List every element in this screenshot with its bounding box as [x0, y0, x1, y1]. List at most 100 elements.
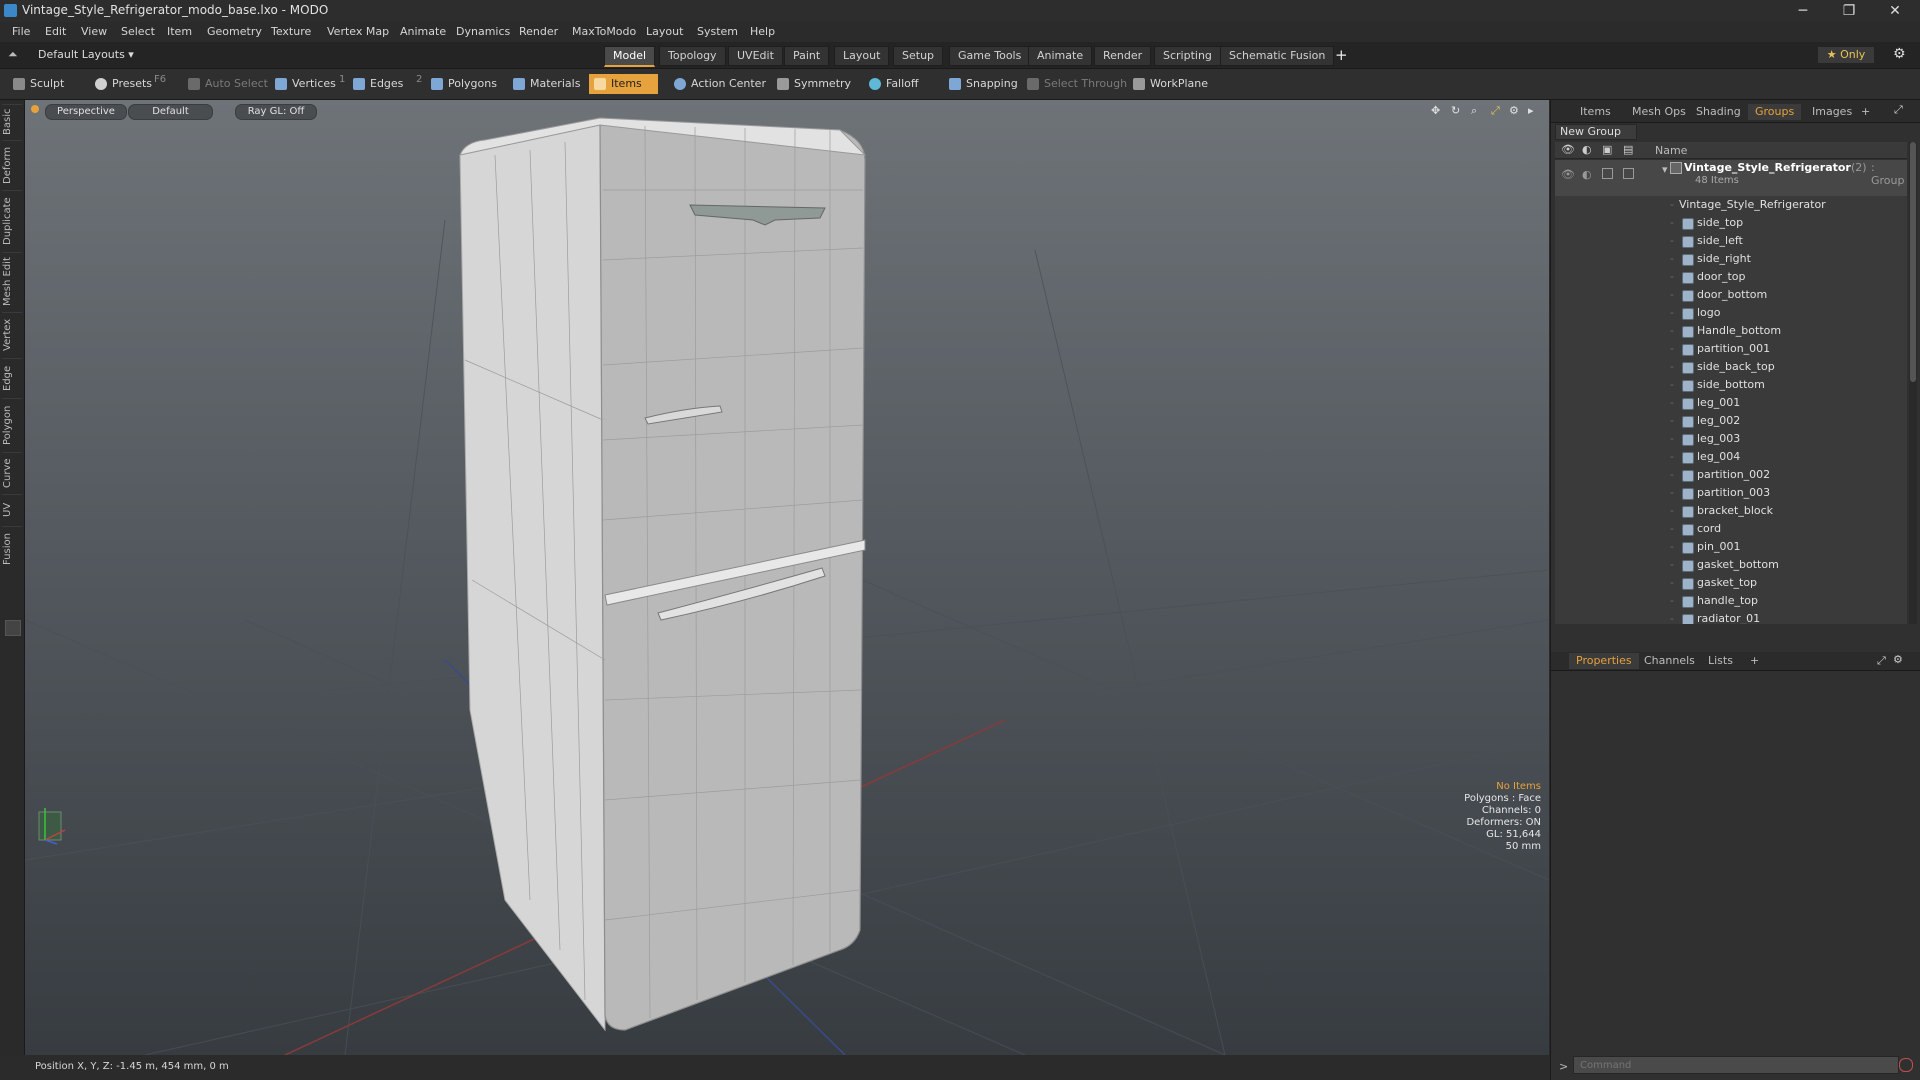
tab-shading[interactable]: Shading — [1689, 104, 1748, 120]
tab-mesh-edit[interactable]: Mesh Edit — [2, 252, 22, 311]
render-column-icon[interactable]: ▣ — [1602, 143, 1612, 156]
tab-fusion[interactable]: Fusion — [2, 526, 22, 571]
tab-layout[interactable]: Layout — [834, 46, 890, 66]
list-item[interactable]: - partition_003 — [1555, 484, 1907, 502]
tab-paint[interactable]: Paint — [784, 46, 830, 66]
add-tab-button[interactable]: + — [1335, 46, 1348, 64]
menu-render[interactable]: Render — [519, 25, 558, 38]
tab-curve[interactable]: Curve — [2, 452, 22, 493]
list-item[interactable]: - leg_004 — [1555, 448, 1907, 466]
vertices-button[interactable]: Vertices — [270, 74, 342, 94]
menu-geometry[interactable]: Geometry — [207, 25, 262, 38]
tab-mesh-ops[interactable]: Mesh Ops — [1625, 104, 1693, 120]
tab-uvedit[interactable]: UVEdit — [728, 46, 783, 66]
edges-button[interactable]: Edges — [348, 74, 409, 94]
tab-topology[interactable]: Topology — [659, 46, 726, 66]
minimize-button[interactable]: ─ — [1780, 0, 1826, 22]
list-scrollbar[interactable] — [1909, 142, 1917, 624]
visibility-column-icon[interactable]: 👁 — [1561, 143, 1575, 156]
list-item[interactable]: - gasket_top — [1555, 574, 1907, 592]
tab-schematic-fusion[interactable]: Schematic Fusion — [1220, 46, 1335, 66]
list-item[interactable]: - side_left — [1555, 232, 1907, 250]
menu-item[interactable]: Item — [167, 25, 192, 38]
list-item[interactable]: - leg_002 — [1555, 412, 1907, 430]
falloff-button[interactable]: Falloff — [864, 74, 924, 94]
group-select-checkbox[interactable] — [1623, 168, 1634, 179]
new-group-button[interactable]: New Group — [1555, 124, 1637, 140]
action-center-button[interactable]: Action Center — [669, 74, 772, 94]
panel-expand-icon[interactable]: ⤢ — [1894, 103, 1903, 117]
menu-vertex-map[interactable]: Vertex Map — [327, 25, 389, 38]
symmetry-button[interactable]: Symmetry — [772, 74, 857, 94]
tab-basic[interactable]: Basic — [2, 104, 22, 139]
group-render-checkbox[interactable] — [1602, 168, 1613, 179]
select-through-button[interactable]: Select Through — [1022, 74, 1133, 94]
tab-properties[interactable]: Properties — [1569, 653, 1639, 669]
tab-duplicate[interactable]: Duplicate — [2, 190, 22, 251]
menu-texture[interactable]: Texture — [271, 25, 311, 38]
menu-view[interactable]: View — [81, 25, 107, 38]
tab-render[interactable]: Render — [1094, 46, 1152, 66]
snapping-button[interactable]: Snapping — [944, 74, 1024, 94]
list-item[interactable]: - side_back_top — [1555, 358, 1907, 376]
list-item[interactable]: - bracket_block — [1555, 502, 1907, 520]
menu-help[interactable]: Help — [750, 25, 775, 38]
tab-lists[interactable]: Lists — [1701, 653, 1740, 669]
tab-edge[interactable]: Edge — [2, 358, 22, 397]
gear-icon[interactable]: ⚙ — [1893, 46, 1906, 62]
materials-button[interactable]: Materials — [508, 74, 586, 94]
workplane-button[interactable]: WorkPlane — [1128, 74, 1214, 94]
list-item[interactable]: - leg_001 — [1555, 394, 1907, 412]
group-collapse-icon[interactable]: ▾ — [1662, 163, 1668, 176]
list-scrollbar-thumb[interactable] — [1910, 142, 1916, 382]
list-item[interactable]: - leg_003 — [1555, 430, 1907, 448]
menu-system[interactable]: System — [697, 25, 738, 38]
list-item[interactable]: - door_top — [1555, 268, 1907, 286]
maximize-button[interactable]: ❐ — [1826, 0, 1872, 22]
list-item[interactable]: - Vintage_Style_Refrigerator — [1555, 196, 1907, 214]
group-visibility-icon[interactable]: 👁 — [1561, 168, 1575, 181]
list-item[interactable]: - side_bottom — [1555, 376, 1907, 394]
collapse-icon[interactable]: ⏶ — [8, 47, 18, 62]
tab-channels[interactable]: Channels — [1637, 653, 1702, 669]
properties-gear-icon[interactable]: ⚙ — [1893, 653, 1903, 666]
list-item[interactable]: - gasket_bottom — [1555, 556, 1907, 574]
tab-groups[interactable]: Groups — [1748, 104, 1802, 120]
3d-viewport[interactable]: Perspective Default Ray GL: Off ✥ ↻ ⌕ ⤢ … — [25, 100, 1549, 1055]
list-item[interactable]: - cord — [1555, 520, 1907, 538]
tab-vertex[interactable]: Vertex — [2, 312, 22, 357]
tab-deform[interactable]: Deform — [2, 140, 22, 189]
polygons-button[interactable]: Polygons — [426, 74, 503, 94]
list-item[interactable]: - Handle_bottom — [1555, 322, 1907, 340]
items-button[interactable]: Items — [589, 74, 658, 94]
list-item[interactable]: - partition_001 — [1555, 340, 1907, 358]
auto-select-button[interactable]: Auto Select — [183, 74, 274, 94]
list-item[interactable]: - door_bottom — [1555, 286, 1907, 304]
tab-setup[interactable]: Setup — [893, 46, 944, 66]
lock-column-icon[interactable]: ◐ — [1582, 143, 1592, 156]
group-lock-icon[interactable]: ◐ — [1582, 168, 1592, 181]
group-row[interactable]: 👁 ◐ ▾ Vintage_Style_Refrigerator (2) : G… — [1555, 160, 1907, 196]
layout-select[interactable]: Default Layouts ▾ — [38, 48, 134, 61]
list-item[interactable]: - partition_002 — [1555, 466, 1907, 484]
close-button[interactable]: ✕ — [1872, 0, 1918, 22]
list-item[interactable]: - side_top — [1555, 214, 1907, 232]
tab-items[interactable]: Items — [1573, 104, 1618, 120]
list-item[interactable]: - side_right — [1555, 250, 1907, 268]
add-properties-tab[interactable]: + — [1743, 653, 1766, 669]
tab-images[interactable]: Images — [1805, 104, 1859, 120]
menu-dynamics[interactable]: Dynamics — [456, 25, 510, 38]
presets-button[interactable]: Presets — [90, 74, 158, 94]
list-item[interactable]: - handle_top — [1555, 592, 1907, 610]
sculpt-button[interactable]: Sculpt — [8, 74, 70, 94]
only-button[interactable]: ★ Only — [1818, 47, 1874, 63]
menu-maxtomodo[interactable]: MaxToModo — [572, 25, 636, 38]
list-item[interactable]: - radiator_01 — [1555, 610, 1907, 624]
tab-scripting[interactable]: Scripting — [1154, 46, 1221, 66]
properties-expand-icon[interactable]: ⤢ — [1877, 654, 1886, 668]
menu-edit[interactable]: Edit — [45, 25, 66, 38]
menu-file[interactable]: File — [12, 25, 30, 38]
list-item[interactable]: - logo — [1555, 304, 1907, 322]
command-input[interactable] — [1573, 1056, 1899, 1074]
menu-layout[interactable]: Layout — [646, 25, 683, 38]
